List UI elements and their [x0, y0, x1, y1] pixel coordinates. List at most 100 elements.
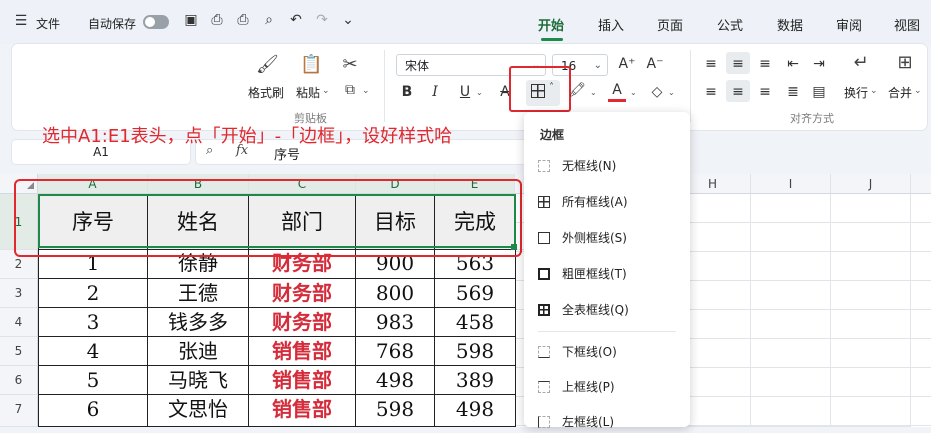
- table-cell[interactable]: 钱多多: [148, 308, 249, 337]
- wrap-chevron-icon[interactable]: ⌄: [870, 86, 878, 96]
- paste-label[interactable]: 粘贴: [296, 84, 320, 101]
- decrease-indent-icon[interactable]: ⇤: [784, 56, 802, 72]
- fill-color-icon[interactable]: 🖍: [568, 82, 586, 98]
- align-bottom-icon[interactable]: ≡: [756, 56, 774, 72]
- bold-icon[interactable]: B: [398, 84, 416, 100]
- row-header-5[interactable]: 5: [0, 337, 38, 366]
- align-top-icon[interactable]: ≡: [702, 56, 720, 72]
- table-cell[interactable]: 4: [39, 337, 148, 366]
- menu-item-label: 所有框线(A): [562, 195, 628, 209]
- print-preview-icon[interactable]: ⌕: [260, 12, 278, 28]
- table-cell[interactable]: 458: [435, 308, 516, 337]
- export-icon[interactable]: ⎙: [208, 12, 226, 28]
- tab-view[interactable]: 视图: [894, 15, 920, 34]
- align-right-icon[interactable]: ≡: [756, 84, 774, 100]
- table-cell[interactable]: 800: [356, 279, 435, 308]
- row-header-6[interactable]: 6: [0, 366, 38, 395]
- menu-item-bottom-border[interactable]: 下框线(O): [538, 341, 617, 363]
- copy-chevron-icon[interactable]: ⌄: [362, 86, 370, 96]
- table-cell[interactable]: 983: [356, 308, 435, 337]
- print-icon[interactable]: ⎙: [234, 12, 252, 28]
- tab-formula[interactable]: 公式: [717, 15, 743, 34]
- table-cell[interactable]: 498: [435, 395, 516, 427]
- menu-item-outside-borders[interactable]: 外侧框线(S): [538, 227, 627, 249]
- table-cell[interactable]: 3: [39, 308, 148, 337]
- file-menu[interactable]: 文件: [36, 15, 60, 32]
- empty-cell[interactable]: [831, 194, 911, 427]
- distribute-icon[interactable]: ▤: [810, 84, 828, 100]
- font-color-chevron-icon[interactable]: ⌄: [630, 88, 637, 97]
- menu-item-all-borders[interactable]: 所有框线(A): [538, 191, 628, 213]
- table-cell[interactable]: 389: [435, 366, 516, 395]
- menu-item-full-table-border[interactable]: 全表框线(Q): [538, 299, 629, 321]
- merge-chevron-icon[interactable]: ⌄: [914, 86, 922, 96]
- menu-icon[interactable]: ☰: [12, 13, 30, 29]
- table-cell[interactable]: 598: [435, 337, 516, 366]
- row-header-4[interactable]: 4: [0, 308, 38, 337]
- increase-indent-icon[interactable]: ⇥: [810, 56, 828, 72]
- menu-item-thick-box-border[interactable]: 粗匣框线(T): [538, 263, 627, 285]
- font-name-value: 宋体: [405, 59, 430, 73]
- redo-icon[interactable]: ↷: [313, 12, 331, 28]
- table-cell[interactable]: 销售部: [249, 395, 356, 427]
- table-cell[interactable]: 销售部: [249, 366, 356, 395]
- column-header-j[interactable]: J: [831, 174, 911, 194]
- table-cell[interactable]: 2: [39, 279, 148, 308]
- font-color-icon[interactable]: A: [608, 82, 626, 98]
- table-cell[interactable]: 498: [356, 366, 435, 395]
- menu-item-top-border[interactable]: 上框线(P): [538, 376, 615, 398]
- clear-format-chevron-icon[interactable]: ⌄: [668, 88, 675, 97]
- table-cell[interactable]: 财务部: [249, 279, 356, 308]
- underline-icon[interactable]: U: [456, 84, 474, 100]
- underline-chevron-icon[interactable]: ⌄: [476, 88, 483, 97]
- table-cell[interactable]: 598: [356, 395, 435, 427]
- menu-item-no-border[interactable]: 无框线(N): [538, 155, 616, 177]
- merge-icon[interactable]: ⊞: [894, 52, 916, 73]
- format-painter-icon[interactable]: 🖌: [256, 54, 279, 75]
- table-cell[interactable]: 5: [39, 366, 148, 395]
- table-cell[interactable]: 569: [435, 279, 516, 308]
- increase-font-icon[interactable]: A⁺: [618, 56, 636, 72]
- paste-chevron-icon[interactable]: ⌄: [322, 86, 330, 96]
- all-borders-icon: [538, 196, 550, 208]
- align-center-icon[interactable]: ≡: [729, 84, 747, 100]
- tab-page[interactable]: 页面: [657, 15, 683, 34]
- empty-cell[interactable]: [751, 194, 831, 427]
- row-header-7[interactable]: 7: [0, 395, 38, 427]
- menu-item-left-border[interactable]: 左框线(L): [538, 411, 614, 433]
- column-header-i[interactable]: I: [751, 174, 831, 194]
- tab-data[interactable]: 数据: [777, 15, 803, 34]
- justify-icon[interactable]: ≣: [784, 84, 802, 100]
- autosave-toggle[interactable]: [143, 15, 169, 29]
- column-header-k[interactable]: [911, 174, 931, 194]
- align-left-icon[interactable]: ≡: [702, 84, 720, 100]
- table-cell[interactable]: 财务部: [249, 308, 356, 337]
- table-cell[interactable]: 6: [39, 395, 148, 427]
- table-cell[interactable]: 文思怡: [148, 395, 249, 427]
- wrap-text-label[interactable]: 换行: [844, 84, 868, 101]
- tab-home[interactable]: 开始: [538, 15, 564, 34]
- undo-icon[interactable]: ↶: [287, 12, 305, 28]
- save-icon[interactable]: ▣: [182, 12, 200, 28]
- customize-chevron-icon[interactable]: ⌄: [339, 12, 357, 28]
- copy-icon[interactable]: ⧉: [340, 82, 360, 98]
- merge-label[interactable]: 合并: [888, 84, 912, 101]
- paste-icon[interactable]: 📋: [300, 54, 322, 75]
- tab-insert[interactable]: 插入: [598, 15, 624, 34]
- wrap-text-icon[interactable]: ↵: [850, 52, 872, 73]
- table-cell[interactable]: 张迪: [148, 337, 249, 366]
- table-cell[interactable]: 768: [356, 337, 435, 366]
- italic-icon[interactable]: I: [426, 84, 444, 100]
- clear-format-icon[interactable]: ◇: [648, 84, 666, 100]
- format-painter-label[interactable]: 格式刷: [248, 84, 284, 101]
- table-cell[interactable]: 销售部: [249, 337, 356, 366]
- spreadsheet-grid: A B C D E F G H I J 1 2 3 4 5 6 7 序号 姓名 …: [0, 174, 931, 427]
- decrease-font-icon[interactable]: A⁻: [646, 56, 664, 72]
- cut-icon[interactable]: ✂: [340, 54, 360, 75]
- table-cell[interactable]: 王德: [148, 279, 249, 308]
- align-middle-icon[interactable]: ≡: [729, 56, 747, 72]
- tab-review[interactable]: 审阅: [836, 15, 862, 34]
- fill-color-chevron-icon[interactable]: ⌄: [590, 88, 597, 97]
- row-header-3[interactable]: 3: [0, 279, 38, 308]
- table-cell[interactable]: 马晓飞: [148, 366, 249, 395]
